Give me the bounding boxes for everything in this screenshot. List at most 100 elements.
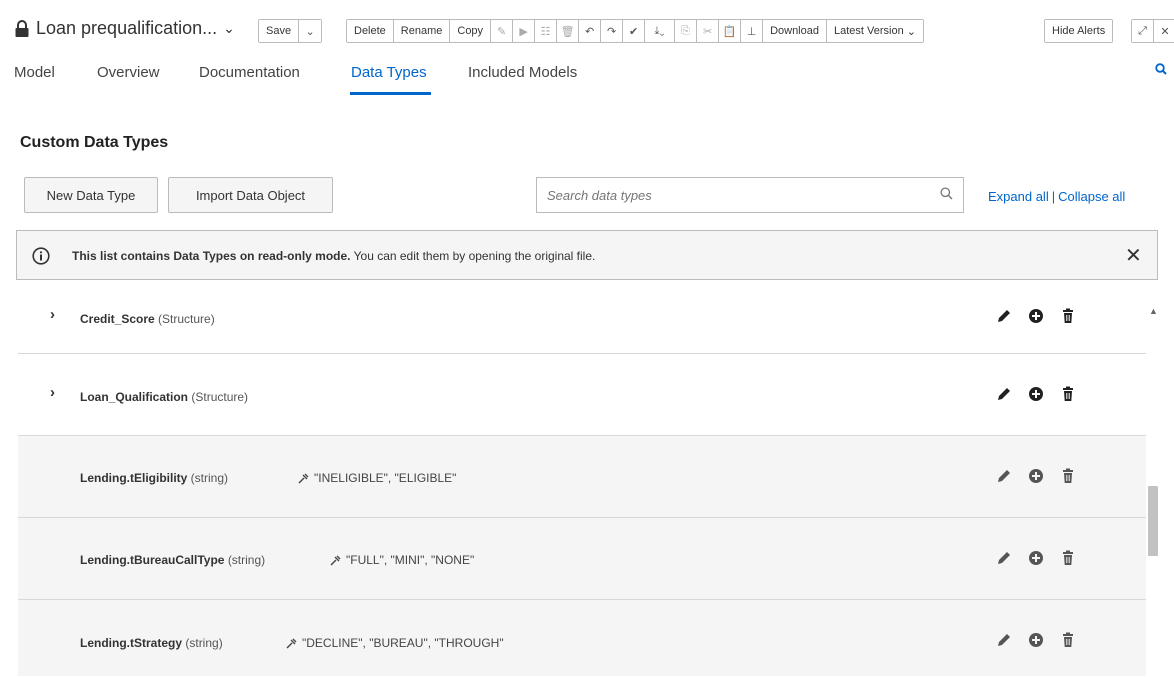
delete-button[interactable]: Delete [347, 20, 394, 42]
add-circle-icon[interactable] [1028, 632, 1044, 648]
rename-button[interactable]: Rename [393, 20, 451, 42]
latest-version-dropdown[interactable]: Latest Version ⌄ [826, 20, 923, 42]
eraser-icon[interactable]: ✎ [491, 20, 514, 42]
hierarchy-icon[interactable]: ⊥ [741, 20, 764, 42]
save-button[interactable]: Save [259, 20, 300, 42]
redo-icon[interactable]: ↷ [601, 20, 624, 42]
edit-pencil-icon[interactable] [996, 308, 1012, 324]
constraint: "FULL", "MINI", "NONE" [330, 553, 474, 567]
alert-message-bold: This list contains Data Types on read-on… [72, 249, 351, 263]
tab-included-models[interactable]: Included Models [468, 64, 577, 81]
delete-trash-icon[interactable] [1060, 308, 1076, 324]
scroll-thumb[interactable] [1148, 486, 1158, 556]
download-button[interactable]: Download [763, 20, 827, 42]
delete-trash-icon[interactable] [1060, 386, 1076, 402]
close-alert-icon[interactable]: ✕ [1125, 243, 1142, 268]
search-icon[interactable] [1155, 63, 1167, 75]
delete-trash-icon[interactable] [1060, 550, 1076, 566]
maximize-icon[interactable]: ⤢ [1132, 20, 1154, 42]
list-item: › Loan_Qualification (Structure) [18, 354, 1146, 436]
constraint-icon [330, 555, 341, 565]
row-actions [996, 550, 1092, 566]
list-item: Lending.tStrategy (string) "DECLINE", "B… [18, 600, 1146, 676]
new-data-type-button[interactable]: New Data Type [24, 177, 158, 213]
chevron-right-icon[interactable]: › [50, 306, 55, 323]
editor-toolbar: Loan prequalification... ⌄ Save ⌄ Delete… [0, 0, 1174, 50]
data-type-name: Lending.tBureauCallType (string) [80, 553, 266, 567]
alerts-group: Hide Alerts [1044, 19, 1114, 43]
list-scrollbar[interactable]: ▲ [1146, 296, 1160, 676]
data-type-name: Loan_Qualification (Structure) [80, 390, 249, 404]
active-tab-indicator [350, 92, 431, 95]
data-type-name: Credit_Score (Structure) [80, 312, 215, 326]
add-circle-icon[interactable] [1028, 386, 1044, 402]
grid-icon[interactable]: ☷ [535, 20, 558, 42]
hide-alerts-button[interactable]: Hide Alerts [1045, 20, 1113, 42]
expand-all-link[interactable]: Expand all [988, 189, 1049, 204]
edit-pencil-icon[interactable] [996, 386, 1012, 402]
latest-version-label: Latest Version [833, 25, 904, 37]
copy-button[interactable]: Copy [450, 20, 492, 42]
constraint-icon [286, 638, 297, 648]
constraint: "DECLINE", "BUREAU", "THROUGH" [286, 636, 504, 650]
delete-trash-icon[interactable] [1060, 468, 1076, 484]
read-only-alert: This list contains Data Types on read-on… [16, 230, 1158, 280]
constraint: "INELIGIBLE", "ELIGIBLE" [298, 471, 456, 485]
tab-overview[interactable]: Overview [97, 64, 160, 81]
paste-icon[interactable]: 📋 [719, 20, 742, 42]
cut-icon[interactable]: ✂ [697, 20, 720, 42]
trash-icon[interactable]: 🗑 [557, 20, 580, 42]
tab-model[interactable]: Model [14, 64, 55, 81]
edit-pencil-icon[interactable] [996, 632, 1012, 648]
constraint-icon [298, 473, 309, 483]
window-controls: ⤢ ✕ [1131, 19, 1174, 43]
data-type-kind: (string) [190, 471, 229, 485]
tab-documentation[interactable]: Documentation [199, 64, 300, 81]
model-title-dropdown[interactable]: Loan prequalification... ⌄ [14, 18, 235, 39]
add-circle-icon[interactable] [1028, 468, 1044, 484]
editor-tabs: Model Overview Documentation Data Types … [0, 56, 1174, 96]
collapse-all-link[interactable]: Collapse all [1058, 189, 1125, 204]
link-separator: | [1051, 189, 1056, 204]
row-actions [996, 386, 1092, 402]
chevron-down-icon: ⌄ [223, 20, 235, 36]
save-options-chevron-icon[interactable]: ⌄ [299, 20, 322, 42]
row-actions [996, 308, 1092, 324]
list-item: Lending.tBureauCallType (string) "FULL",… [18, 518, 1146, 600]
list-item: Lending.tEligibility (string) "INELIGIBL… [18, 436, 1146, 518]
edit-pencil-icon[interactable] [996, 550, 1012, 566]
row-actions [996, 468, 1092, 484]
delete-trash-icon[interactable] [1060, 632, 1076, 648]
lock-icon [15, 19, 29, 37]
actions-group: Delete Rename Copy ✎ ▶ ☷ 🗑 ↶ ↷ ✔ ⤓⌄ ⎘ ✂ … [346, 19, 924, 43]
alert-message: This list contains Data Types on read-on… [72, 249, 595, 263]
search-icon [940, 187, 953, 200]
tab-data-types[interactable]: Data Types [351, 64, 427, 81]
data-type-list: › Credit_Score (Structure) › Loan_Qualif… [18, 296, 1146, 676]
undo-icon[interactable]: ↶ [579, 20, 602, 42]
search-input[interactable] [537, 178, 927, 212]
data-type-kind: (string) [227, 553, 266, 567]
add-circle-icon[interactable] [1028, 308, 1044, 324]
search-data-types [536, 177, 964, 213]
expand-collapse-links: Expand all | Collapse all [988, 189, 1125, 204]
add-circle-icon[interactable] [1028, 550, 1044, 566]
scroll-up-icon[interactable]: ▲ [1149, 306, 1158, 316]
section-title: Custom Data Types [20, 134, 169, 151]
edit-pencil-icon[interactable] [996, 468, 1012, 484]
info-icon [32, 247, 50, 265]
export-icon[interactable]: ⤓⌄ [645, 20, 676, 42]
data-type-kind: (Structure) [158, 312, 215, 326]
data-type-kind: (string) [185, 636, 223, 650]
data-type-name: Lending.tEligibility (string) [80, 471, 229, 485]
close-editor-icon[interactable]: ✕ [1154, 20, 1174, 42]
model-title: Loan prequalification... [36, 18, 218, 38]
alert-message-rest: You can edit them by opening the origina… [350, 249, 596, 263]
play-icon[interactable]: ▶ [513, 20, 536, 42]
validate-check-icon[interactable]: ✔ [623, 20, 646, 42]
duplicate-icon[interactable]: ⎘ [675, 20, 698, 42]
import-data-object-button[interactable]: Import Data Object [168, 177, 333, 213]
chevron-down-icon: ⌄ [906, 25, 916, 38]
chevron-right-icon[interactable]: › [50, 384, 55, 401]
data-type-kind: (Structure) [191, 390, 249, 404]
